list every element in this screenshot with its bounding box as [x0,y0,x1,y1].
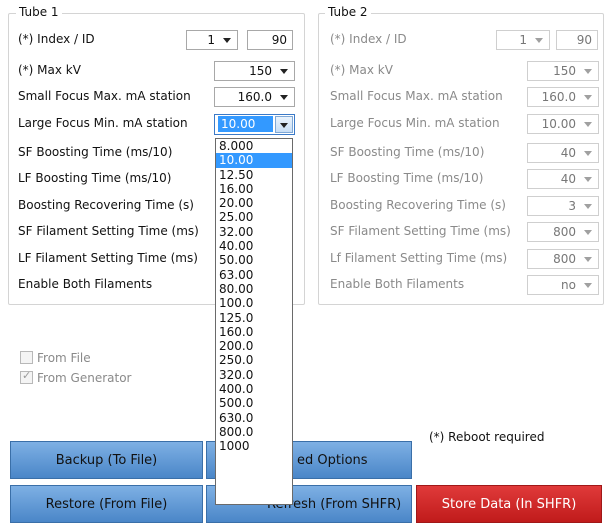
tube1-sf-filament-label: SF Filament Setting Time (ms) [18,224,199,238]
dropdown-option[interactable]: 800.0 [216,425,292,439]
dropdown-option[interactable]: 200.0 [216,339,292,353]
chevron-down-icon[interactable] [578,197,598,215]
dropdown-option[interactable]: 32.00 [216,225,292,239]
tube2-lf-min-ma-label: Large Focus Min. mA station [330,116,500,130]
tube1-boost-recover-label: Boosting Recovering Time (s) [18,198,194,212]
dropdown-option[interactable]: 40.00 [216,239,292,253]
tube1-id-field[interactable]: 90 [247,30,293,50]
from-generator-label: From Generator [37,371,132,385]
chevron-down-icon[interactable] [217,31,237,49]
tube1-sf-max-ma-label: Small Focus Max. mA station [18,89,191,103]
tube1-index-combo[interactable]: 1 [186,30,238,50]
chevron-down-icon[interactable] [578,62,598,80]
chevron-down-icon[interactable] [274,62,294,80]
tube2-sf-max-ma-label: Small Focus Max. mA station [330,89,503,103]
dropdown-option[interactable]: 80.00 [216,282,292,296]
tube2-lf-filament-value: 800 [553,252,576,266]
tube2-id-field[interactable]: 90 [556,30,598,50]
dropdown-option[interactable]: 400.0 [216,382,292,396]
tube2-enable-filaments-label: Enable Both Filaments [330,277,465,291]
restore-button[interactable]: Restore (From File) [10,485,203,523]
tube2-maxkv-label: (*) Max kV [330,63,393,77]
checkbox-box[interactable] [20,351,33,364]
dropdown-option[interactable]: 100.0 [216,296,292,310]
tube1-maxkv-label: (*) Max kV [18,63,81,77]
tube1-sf-boost-label: SF Boosting Time (ms/10) [18,145,173,159]
chevron-down-icon[interactable] [578,276,598,294]
tube2-sf-max-ma-combo[interactable]: 160.0 [527,87,599,107]
dropdown-option[interactable]: 160.0 [216,325,292,339]
tube1-lf-boost-label: LF Boosting Time (ms/10) [18,171,172,185]
chevron-down-icon[interactable] [275,116,293,133]
tube1-index-label: (*) Index / ID [18,32,95,46]
dropdown-option[interactable]: 630.0 [216,411,292,425]
reboot-note: (*) Reboot required [429,430,545,444]
dropdown-option[interactable]: 500.0 [216,396,292,410]
tube2-enable-filaments-combo[interactable]: no [527,275,599,295]
tube2-lf-boost-combo[interactable]: 40 [527,169,599,189]
tube1-sf-max-ma-combo[interactable]: 160.0 [214,87,295,107]
tube1-lf-min-ma-value: 10.00 [218,116,273,132]
tube2-boost-recover-value: 3 [568,199,576,213]
lf-min-ma-dropdown-list[interactable]: 8.000 10.00 12.50 16.00 20.00 25.00 32.00 40.00… [215,138,293,505]
dropdown-option[interactable]: 12.50 [216,168,292,182]
dropdown-option[interactable]: 20.00 [216,196,292,210]
tube2-sf-boost-combo[interactable]: 40 [527,143,599,163]
tube1-title: Tube 1 [16,5,62,19]
chevron-down-icon[interactable] [578,88,598,106]
tube2-index-combo[interactable]: 1 [496,30,550,50]
dropdown-option[interactable]: 250.0 [216,353,292,367]
store-data-button[interactable]: Store Data (In SHFR) [416,485,602,523]
dropdown-option[interactable]: 25.00 [216,210,292,224]
from-generator-checkbox[interactable]: From Generator [20,369,132,385]
chevron-down-icon[interactable] [578,250,598,268]
tube2-lf-filament-label: Lf Filament Setting Time (ms) [330,251,508,265]
chevron-down-icon[interactable] [529,31,549,49]
dropdown-option[interactable]: 8.000 [216,139,292,153]
tube1-sf-max-ma-value: 160.0 [237,90,272,104]
chevron-down-icon[interactable] [578,115,598,133]
from-file-checkbox[interactable]: From File [20,351,91,365]
dropdown-option[interactable]: 63.00 [216,268,292,282]
tube2-boost-recover-combo[interactable]: 3 [527,196,599,216]
tube2-lf-min-ma-value: 10.00 [541,117,576,131]
advanced-options-label: ed Options [297,453,368,468]
tube2-title: Tube 2 [325,5,371,19]
chevron-down-icon[interactable] [274,88,294,106]
tube2-lf-filament-combo[interactable]: 800 [527,249,599,269]
tube2-sf-filament-label: SF Filament Setting Time (ms) [330,224,511,238]
backup-button[interactable]: Backup (To File) [10,441,203,479]
tube2-maxkv-combo[interactable]: 150 [527,61,599,81]
tube1-enable-filaments-label: Enable Both Filaments [18,277,153,291]
chevron-down-icon[interactable] [578,144,598,162]
tube1-maxkv-combo[interactable]: 150 [214,61,295,81]
tube2-boost-recover-label: Boosting Recovering Time (s) [330,198,506,212]
tube2-sf-filament-combo[interactable]: 800 [527,222,599,242]
tube2-enable-filaments-value: no [561,278,576,292]
tube2-lf-min-ma-combo[interactable]: 10.00 [527,114,599,134]
tube2-maxkv-value: 150 [553,64,576,78]
dropdown-option[interactable]: 320.0 [216,368,292,382]
tube2-lf-boost-value: 40 [560,172,576,186]
tube1-lf-min-ma-label: Large Focus Min. mA station [18,116,188,130]
tube2-sf-boost-value: 40 [560,146,576,160]
tube1-maxkv-value: 150 [249,64,272,78]
tube2-index-label: (*) Index / ID [330,32,407,46]
dropdown-option[interactable]: 16.00 [216,182,292,196]
dropdown-option[interactable]: 50.00 [216,253,292,267]
checkmark-icon[interactable] [20,369,33,384]
chevron-down-icon[interactable] [578,223,598,241]
dropdown-option[interactable]: 10.00 [216,153,292,168]
from-file-label: From File [37,351,91,365]
tube2-sf-boost-label: SF Boosting Time (ms/10) [330,145,485,159]
tube2-lf-boost-label: LF Boosting Time (ms/10) [330,171,484,185]
tube1-index-value: 1 [207,33,215,47]
tube2-index-value: 1 [519,33,527,47]
tube1-lf-filament-label: LF Filament Setting Time (ms) [18,251,198,265]
tube2-sf-max-ma-value: 160.0 [541,90,576,104]
chevron-down-icon[interactable] [578,170,598,188]
tube2-sf-filament-value: 800 [553,225,576,239]
dropdown-option[interactable]: 125.0 [216,311,292,325]
dropdown-option[interactable]: 1000 [216,439,292,453]
